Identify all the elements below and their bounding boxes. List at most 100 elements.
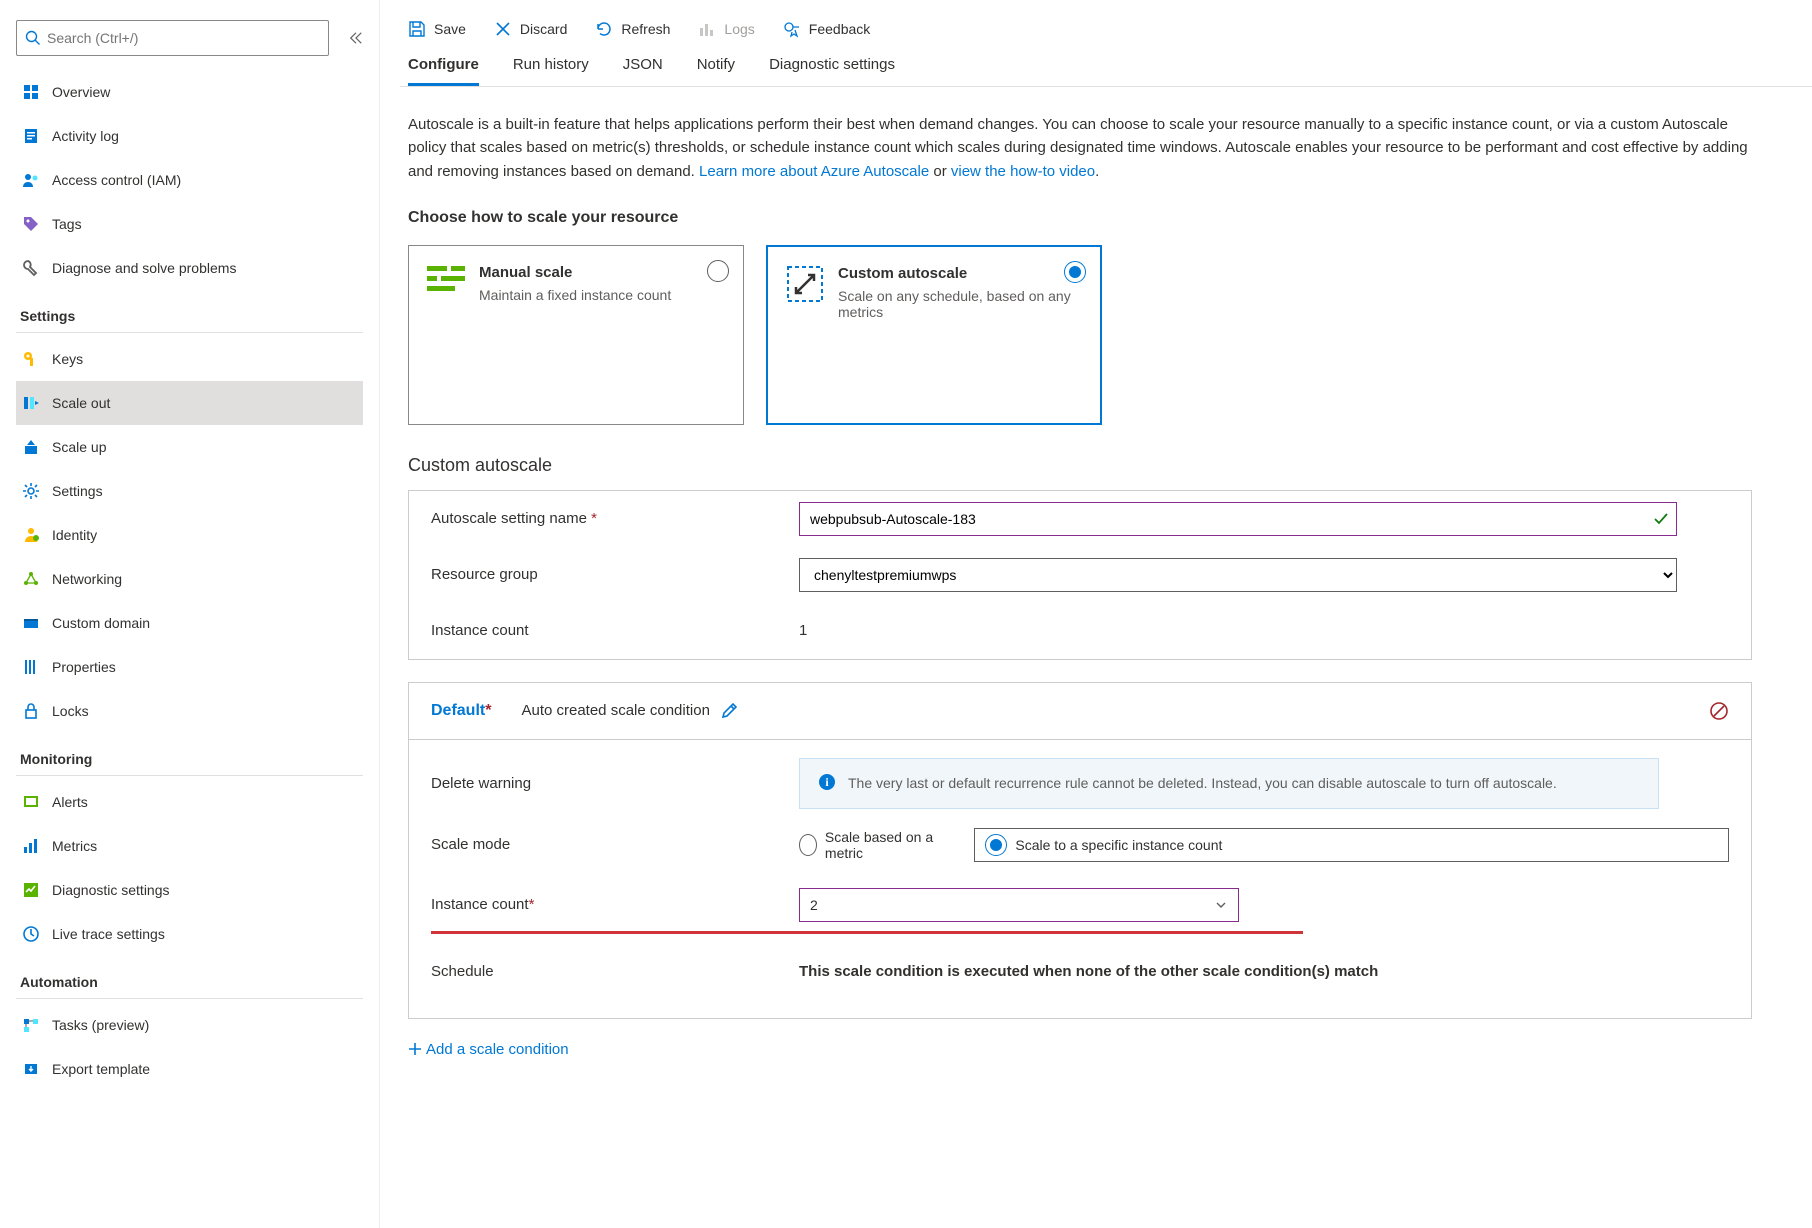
logs-button[interactable]: Logs [698, 20, 754, 38]
sidebar-item-diagnostic-settings[interactable]: Diagnostic settings [16, 868, 363, 912]
scale-up-icon [20, 436, 42, 458]
howto-video-link[interactable]: view the how-to video [951, 163, 1095, 180]
sidebar-item-label: Diagnose and solve problems [52, 260, 236, 276]
default-header: Default* [431, 702, 491, 720]
sidebar-item-label: Properties [52, 659, 116, 675]
sidebar-item-tags[interactable]: Tags [16, 202, 363, 246]
sidebar-item-label: Live trace settings [52, 926, 165, 942]
manual-scale-sub: Maintain a fixed instance count [479, 287, 671, 303]
search-field[interactable] [47, 30, 320, 46]
tabs: Configure Run history JSON Notify Diagnostic… [400, 56, 1812, 87]
manual-radio[interactable] [707, 260, 729, 282]
scale-specific-radio[interactable]: Scale to a specific instance count [974, 828, 1729, 862]
tab-notify[interactable]: Notify [697, 56, 735, 86]
schedule-note: This scale condition is executed when no… [799, 963, 1378, 980]
cond-instance-count-label: Instance count* [431, 896, 799, 913]
refresh-icon [595, 20, 613, 38]
metrics-icon [20, 835, 42, 857]
custom-autoscale-card[interactable]: Custom autoscale Scale on any schedule, … [766, 245, 1102, 425]
cond-instance-count-select[interactable]: 2 [799, 888, 1239, 922]
sidebar-item-label: Custom domain [52, 615, 150, 631]
custom-autoscale-icon [786, 265, 824, 303]
sidebar-item-identity[interactable]: Identity [16, 513, 363, 557]
live-trace-settings-icon [20, 923, 42, 945]
add-scale-condition-link[interactable]: Add a scale condition [408, 1041, 1752, 1058]
export-template-icon [20, 1058, 42, 1080]
scale-metric-radio[interactable]: Scale based on a metric [799, 829, 944, 861]
learn-more-link[interactable]: Learn more about Azure Autoscale [699, 163, 929, 180]
search-input[interactable] [16, 20, 329, 56]
sidebar-item-overview[interactable]: Overview [16, 70, 363, 114]
locks-icon [20, 700, 42, 722]
sidebar-item-activity-log[interactable]: Activity log [16, 114, 363, 158]
sidebar-item-tasks-preview-[interactable]: Tasks (preview) [16, 1003, 363, 1047]
setting-name-label: Autoscale setting name * [431, 510, 799, 527]
sidebar-item-label: Tasks (preview) [52, 1017, 149, 1033]
identity-icon [20, 524, 42, 546]
manual-scale-card[interactable]: Manual scale Maintain a fixed instance c… [408, 245, 744, 425]
diagnose-and-solve-problems-icon [20, 257, 42, 279]
default-subtitle: Auto created scale condition [521, 702, 709, 719]
discard-button[interactable]: Discard [494, 20, 567, 38]
description-text: Autoscale is a built-in feature that hel… [408, 113, 1752, 183]
sidebar-item-networking[interactable]: Networking [16, 557, 363, 601]
tab-run-history[interactable]: Run history [513, 56, 589, 86]
schedule-label: Schedule [431, 963, 799, 980]
sidebar-item-metrics[interactable]: Metrics [16, 824, 363, 868]
alerts-icon [20, 791, 42, 813]
custom-radio[interactable] [1064, 261, 1086, 283]
feedback-button[interactable]: Feedback [783, 20, 870, 38]
delete-warning-info: i The very last or default recurrence ru… [799, 758, 1659, 809]
tab-configure[interactable]: Configure [408, 56, 479, 86]
resource-group-label: Resource group [431, 566, 799, 583]
setting-name-input[interactable] [799, 502, 1677, 536]
sidebar-item-diagnose-and-solve-problems[interactable]: Diagnose and solve problems [16, 246, 363, 290]
custom-domain-icon [20, 612, 42, 634]
sidebar-item-label: Diagnostic settings [52, 882, 170, 898]
sidebar-item-scale-out[interactable]: Scale out [16, 381, 363, 425]
sidebar-item-label: Identity [52, 527, 97, 543]
save-button[interactable]: Save [408, 20, 466, 38]
tags-icon [20, 213, 42, 235]
sidebar-item-keys[interactable]: Keys [16, 337, 363, 381]
custom-autoscale-heading: Custom autoscale [408, 455, 1752, 476]
sidebar-item-label: Alerts [52, 794, 88, 810]
resource-group-select[interactable]: chenyltestpremiumwps [799, 558, 1677, 592]
custom-autoscale-sub: Scale on any schedule, based on any metr… [838, 288, 1082, 320]
search-icon [25, 30, 41, 46]
tasks-preview--icon [20, 1014, 42, 1036]
sidebar-item-access-control-iam-[interactable]: Access control (IAM) [16, 158, 363, 202]
sidebar-item-label: Networking [52, 571, 122, 587]
edit-condition-button[interactable] [720, 702, 738, 720]
networking-icon [20, 568, 42, 590]
tab-diagnostic-settings[interactable]: Diagnostic settings [769, 56, 895, 86]
scale-out-icon [20, 392, 42, 414]
sidebar-item-properties[interactable]: Properties [16, 645, 363, 689]
properties-icon [20, 656, 42, 678]
default-condition-panel: Default* Auto created scale condition De… [408, 682, 1752, 1019]
sidebar-item-locks[interactable]: Locks [16, 689, 363, 733]
sidebar-item-label: Scale up [52, 439, 106, 455]
highlight-line [431, 931, 1303, 934]
plus-icon [408, 1042, 422, 1056]
chevron-down-icon [1214, 898, 1228, 912]
sidebar-item-label: Overview [52, 84, 110, 100]
sidebar-item-export-template[interactable]: Export template [16, 1047, 363, 1091]
sidebar-item-live-trace-settings[interactable]: Live trace settings [16, 912, 363, 956]
instance-count-value: 1 [799, 620, 807, 641]
sidebar-item-custom-domain[interactable]: Custom domain [16, 601, 363, 645]
sidebar-item-scale-up[interactable]: Scale up [16, 425, 363, 469]
sidebar: Overview Activity logAccess control (IAM)… [0, 0, 380, 1228]
refresh-button[interactable]: Refresh [595, 20, 670, 38]
access-control-iam--icon [20, 169, 42, 191]
sidebar-item-alerts[interactable]: Alerts [16, 780, 363, 824]
sidebar-item-settings[interactable]: Settings [16, 469, 363, 513]
custom-autoscale-title: Custom autoscale [838, 265, 1082, 282]
save-icon [408, 20, 426, 38]
diagnostic-settings-icon [20, 879, 42, 901]
sidebar-item-label: Metrics [52, 838, 97, 854]
tab-json[interactable]: JSON [623, 56, 663, 86]
collapse-sidebar-button[interactable] [349, 31, 363, 45]
disable-button[interactable] [1709, 701, 1729, 721]
settings-icon [20, 480, 42, 502]
